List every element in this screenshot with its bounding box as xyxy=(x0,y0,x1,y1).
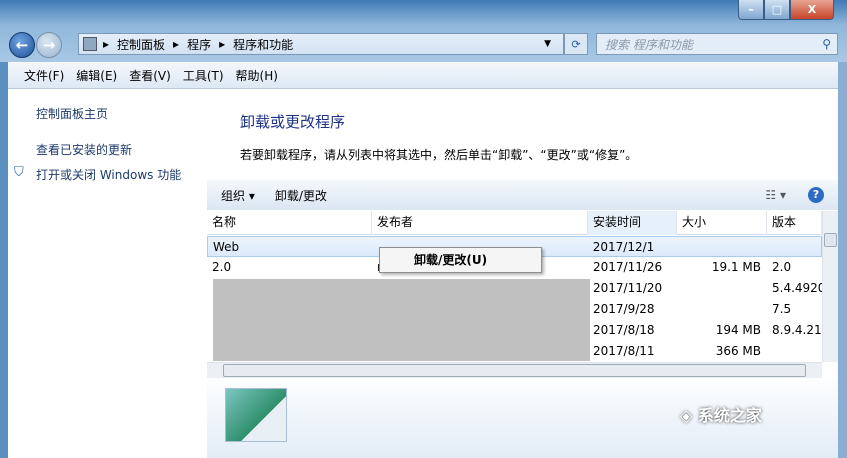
page-title: 卸载或更改程序 xyxy=(240,113,346,131)
scroll-thumb[interactable] xyxy=(824,233,837,247)
search-input[interactable]: 搜索 程序和功能 ⚲ xyxy=(596,33,838,55)
menu-edit[interactable]: 编辑(E) xyxy=(76,67,117,84)
cell-date: 2017/8/11 xyxy=(593,344,655,358)
menu-tools[interactable]: 工具(T) xyxy=(183,67,224,84)
sidebar-item-home[interactable]: 控制面板主页 xyxy=(36,105,108,122)
column-version[interactable]: 版本 xyxy=(767,211,822,235)
cell-version: 2.0 xyxy=(772,260,792,274)
cell-version: 5.4.4920 xyxy=(772,281,822,295)
breadcrumb-item[interactable]: 程序 xyxy=(187,36,211,53)
cell-date: 2017/11/26 xyxy=(593,260,663,274)
close-button[interactable]: X xyxy=(790,0,834,20)
cell-date: 2017/9/28 xyxy=(593,302,655,316)
context-menu-uninstall[interactable]: 卸载/更改(U) xyxy=(414,253,487,267)
column-name[interactable]: 名称 xyxy=(207,211,372,235)
scroll-thumb[interactable] xyxy=(223,364,806,377)
search-placeholder: 搜索 程序和功能 xyxy=(605,37,693,52)
window-border xyxy=(838,62,847,458)
cell-date: 2017/11/20 xyxy=(593,281,663,295)
watermark: ◈ 系统之家 xyxy=(680,406,762,425)
page-description: 若要卸载程序，请从列表中将其选中，然后单击“卸载”、“更改”或“修复”。 xyxy=(240,148,638,162)
program-thumbnail xyxy=(225,388,287,442)
context-menu: 卸载/更改(U) xyxy=(379,247,542,273)
vertical-scrollbar[interactable] xyxy=(822,211,838,362)
menu-help[interactable]: 帮助(H) xyxy=(236,67,278,84)
cell-version xyxy=(767,341,822,362)
menu-view[interactable]: 查看(V) xyxy=(129,67,171,84)
forward-button[interactable]: → xyxy=(36,32,62,58)
horizontal-scrollbar[interactable] xyxy=(207,362,822,378)
cell-name: 2.0 xyxy=(212,260,232,274)
view-options-icon[interactable]: ☷ ▾ xyxy=(765,188,786,202)
chevron-down-icon[interactable]: ▼ xyxy=(544,39,551,49)
cell-version: 7.5 xyxy=(772,302,792,316)
cell-size xyxy=(677,299,767,320)
cell-version xyxy=(766,237,821,256)
address-bar[interactable]: ▸ 控制面板 ▸ 程序 ▸ 程序和功能 ▼ xyxy=(78,33,564,55)
cell-size: 366 MB xyxy=(715,344,761,358)
menu-bar: 文件(F) 编辑(E) 查看(V) 工具(T) 帮助(H) xyxy=(8,62,838,89)
cell-size: 194 MB xyxy=(715,323,761,337)
cell-size xyxy=(676,237,766,256)
back-button[interactable]: ← xyxy=(9,32,35,58)
menu-file[interactable]: 文件(F) xyxy=(24,67,64,84)
search-icon: ⚲ xyxy=(822,37,831,51)
shield-icon: ⛉ xyxy=(14,165,24,180)
sidebar-item-updates[interactable]: 查看已安装的更新 xyxy=(36,141,132,158)
cell-size: 19.1 MB xyxy=(711,260,761,274)
help-icon[interactable]: ? xyxy=(808,187,824,203)
cell-size xyxy=(677,278,767,299)
cell-version: 8.9.4.216 xyxy=(772,323,822,337)
uninstall-change-button[interactable]: 卸载/更改 xyxy=(275,187,327,204)
cell-date: 2017/12/1 xyxy=(592,240,655,254)
breadcrumb-item[interactable]: 控制面板 xyxy=(117,36,165,53)
sidebar-item-windows-features[interactable]: 打开或关闭 Windows 功能 xyxy=(36,166,181,183)
column-install-date[interactable]: 安装时间 xyxy=(588,211,677,235)
cell-name: Web xyxy=(213,240,240,254)
cell-date: 2017/8/18 xyxy=(593,323,655,337)
refresh-button[interactable]: ⟳ xyxy=(564,33,588,55)
maximize-button[interactable]: □ xyxy=(764,0,790,20)
sidebar: 控制面板主页 查看已安装的更新 ⛉ 打开或关闭 Windows 功能 xyxy=(8,89,207,458)
redacted-area xyxy=(213,279,590,361)
toolbar: 组织 ▾ 卸载/更改 ☷ ▾ ? xyxy=(207,180,838,210)
main-pane: 卸载或更改程序 若要卸载程序，请从列表中将其选中，然后单击“卸载”、“更改”或“… xyxy=(207,89,838,378)
column-size[interactable]: 大小 xyxy=(677,211,767,235)
breadcrumb-item[interactable]: 程序和功能 xyxy=(233,36,293,53)
minimize-button[interactable]: – xyxy=(738,0,764,20)
folder-icon xyxy=(83,37,97,51)
column-publisher[interactable]: 发布者 xyxy=(372,211,588,235)
organize-button[interactable]: 组织 ▾ xyxy=(221,187,255,204)
column-headers: 名称 发布者 安装时间 大小 版本 xyxy=(207,211,822,235)
